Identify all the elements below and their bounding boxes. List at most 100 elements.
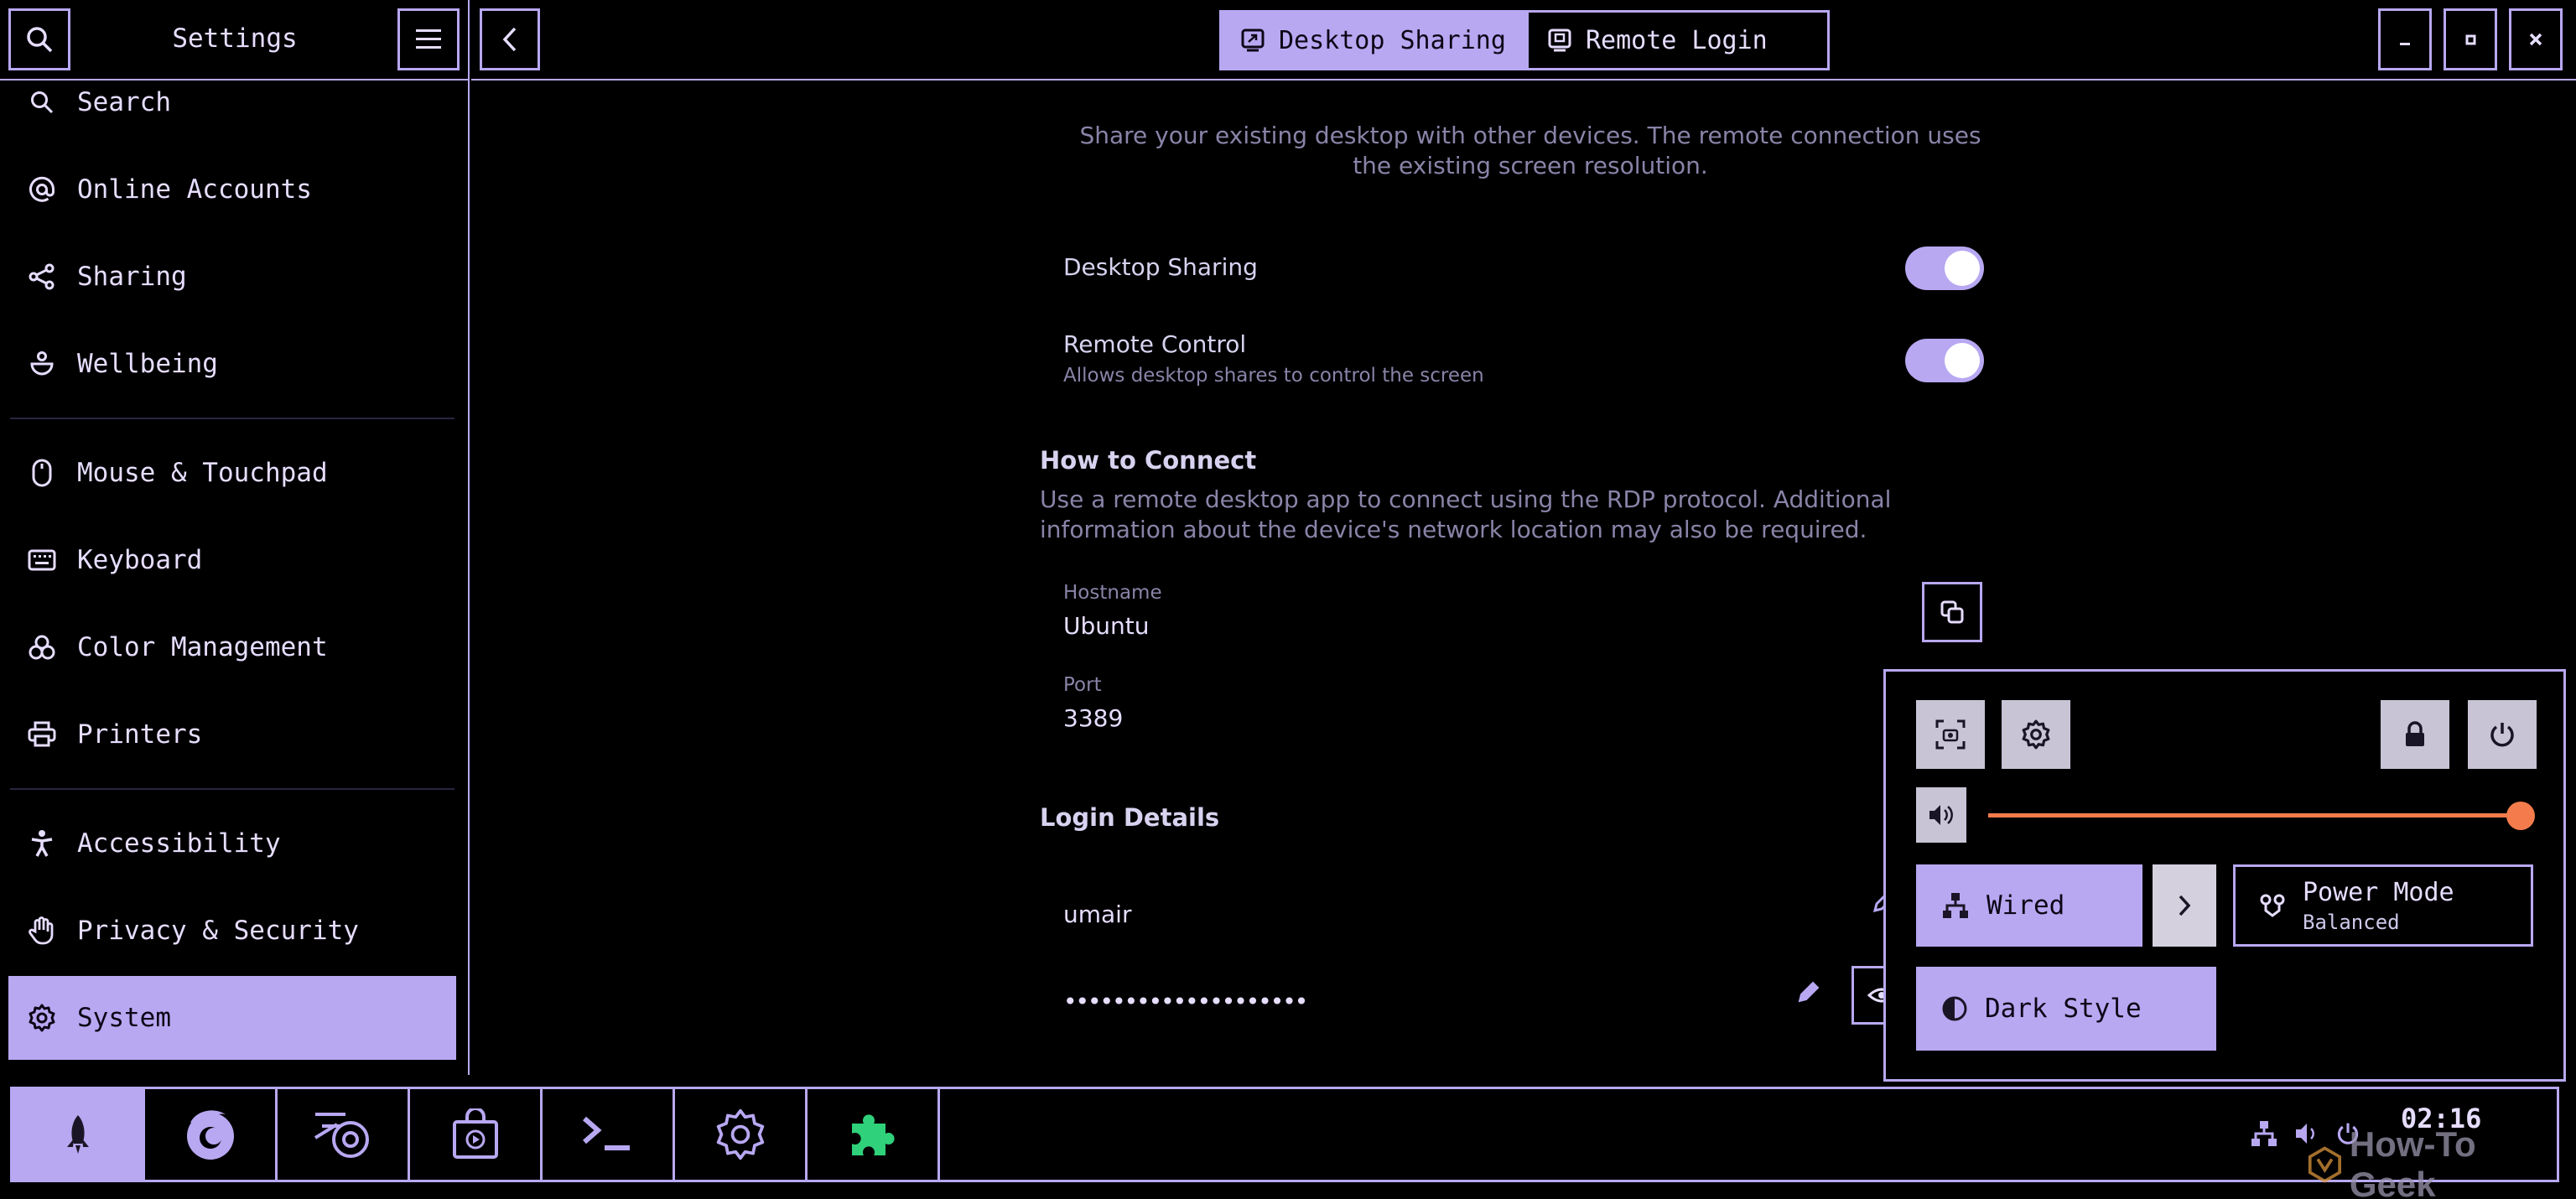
power-button[interactable]: [2468, 700, 2537, 769]
accessibility-icon: [8, 829, 67, 858]
screenshot-icon: [1935, 719, 1966, 750]
hamburger-icon: [416, 29, 441, 49]
minimize-button[interactable]: [2378, 8, 2432, 70]
hostname-value: Ubuntu: [1063, 612, 1150, 640]
sidebar-divider: [10, 418, 454, 419]
volume-icon: [1929, 805, 1953, 825]
sidebar-item-search[interactable]: Search: [8, 60, 456, 144]
desktop-share-icon: [1241, 29, 1265, 52]
sidebar-item-system[interactable]: System: [8, 976, 456, 1060]
taskbar-app-store[interactable]: [410, 1089, 543, 1180]
sidebar-item-accessibility[interactable]: Accessibility: [8, 802, 456, 885]
sidebar-item-label: Printers: [77, 719, 203, 750]
sidebar-item-label: Search: [77, 87, 171, 117]
launcher-icon: [66, 1115, 89, 1154]
firefox-icon: [186, 1110, 234, 1160]
wired-label: Wired: [1987, 890, 2065, 921]
extensions-icon: [851, 1114, 895, 1155]
dark-style-toggle[interactable]: Dark Style: [1916, 967, 2216, 1051]
settings-button[interactable]: [2002, 700, 2070, 769]
toggle-knob: [1945, 251, 1980, 286]
how-to-geek-logo-icon: [2308, 1146, 2341, 1183]
sidebar-item-label: Accessibility: [77, 828, 281, 859]
volume-slider-handle[interactable]: [2506, 802, 2535, 830]
tab-label: Desktop Sharing: [1279, 25, 1506, 55]
network-wired-icon: [1943, 893, 1968, 918]
settings-sidebar: Settings Search Online Accounts Sharing …: [0, 0, 470, 1075]
sidebar-item-mouse-touchpad[interactable]: Mouse & Touchpad: [8, 431, 456, 515]
maximize-button[interactable]: [2444, 8, 2497, 70]
power-icon: [2490, 723, 2514, 747]
tray-network[interactable]: [2250, 1119, 2278, 1148]
power-mode-toggle[interactable]: Power Mode Balanced: [2233, 864, 2533, 947]
sidebar-item-sharing[interactable]: Sharing: [8, 235, 456, 319]
screenshot-button[interactable]: [1916, 700, 1985, 769]
blender-icon: [314, 1113, 369, 1158]
chevron-right-icon: [2179, 895, 2191, 916]
taskbar-extensions[interactable]: [808, 1089, 940, 1180]
sidebar-item-label: Online Accounts: [77, 174, 312, 205]
share-icon: [8, 263, 67, 290]
username-value: umair: [1063, 901, 1132, 928]
tab-remote-login[interactable]: Remote Login: [1526, 10, 1830, 70]
page-description: Share your existing desktop with other d…: [1079, 122, 1981, 179]
sidebar-item-label: Wellbeing: [77, 349, 218, 379]
sidebar-item-label: Sharing: [77, 262, 187, 292]
hostname-label: Hostname: [1063, 582, 1162, 604]
tab-desktop-sharing[interactable]: Desktop Sharing: [1219, 10, 1526, 70]
app-store-icon: [452, 1108, 498, 1159]
sidebar-item-label: Privacy & Security: [77, 916, 359, 946]
sidebar-item-keyboard[interactable]: Keyboard: [8, 518, 456, 602]
edit-password-button[interactable]: [1794, 978, 1828, 1011]
sidebar-item-printers[interactable]: Printers: [8, 693, 456, 776]
desktop-sharing-label: Desktop Sharing: [1063, 253, 1258, 281]
wired-expand-button[interactable]: [2153, 864, 2216, 947]
sidebar-item-privacy-security[interactable]: Privacy & Security: [8, 889, 456, 973]
lock-button[interactable]: [2381, 700, 2449, 769]
pencil-icon: [1798, 981, 1820, 1003]
power-mode-value: Balanced: [2303, 910, 2400, 934]
sidebar-item-label: Mouse & Touchpad: [77, 458, 328, 488]
mute-button[interactable]: [1916, 787, 1966, 843]
sidebar-item-color-management[interactable]: Color Management: [8, 605, 456, 689]
sidebar-item-wellbeing[interactable]: Wellbeing: [8, 322, 456, 406]
wired-toggle[interactable]: Wired: [1916, 864, 2142, 947]
close-icon: [2529, 33, 2542, 46]
terminal-icon: [582, 1116, 630, 1150]
port-label: Port: [1063, 674, 1102, 696]
volume-slider-track[interactable]: [1988, 813, 2530, 818]
gear-icon: [8, 1004, 67, 1032]
dark-style-icon: [1942, 996, 1967, 1021]
remote-login-icon: [1548, 29, 1571, 52]
color-icon: [8, 634, 67, 661]
sidebar-title: Settings: [172, 23, 298, 54]
watermark: How-To Geek: [2307, 1124, 2557, 1199]
sidebar-item-online-accounts[interactable]: Online Accounts: [8, 148, 456, 231]
close-button[interactable]: [2509, 8, 2563, 70]
taskbar-firefox[interactable]: [145, 1089, 278, 1180]
settings-icon: [716, 1108, 764, 1160]
maximize-icon: [2465, 34, 2476, 45]
mouse-icon: [8, 459, 67, 487]
how-to-connect-description: Use a remote desktop app to connect usin…: [1040, 485, 1892, 543]
taskbar-blender[interactable]: [278, 1089, 410, 1180]
taskbar: 02:16 How-To Geek: [10, 1087, 2559, 1199]
power-mode-icon: [2260, 894, 2285, 917]
sidebar-item-label: Keyboard: [77, 545, 203, 575]
minimize-icon: [2400, 43, 2410, 45]
watermark-text: How-To Geek: [2349, 1124, 2476, 1199]
chevron-left-icon: [502, 27, 517, 52]
wellbeing-icon: [8, 350, 67, 377]
lock-icon: [2406, 721, 2424, 746]
desktop-sharing-toggle[interactable]: [1905, 247, 1984, 290]
back-button[interactable]: [480, 8, 540, 70]
how-to-connect-title: How to Connect: [1040, 446, 1257, 475]
taskbar-settings[interactable]: [675, 1089, 808, 1180]
taskbar-launcher[interactable]: [13, 1089, 145, 1180]
copy-hostname-button[interactable]: [1922, 582, 1982, 642]
remote-control-toggle[interactable]: [1905, 339, 1984, 382]
gear-icon: [2022, 719, 2050, 750]
content-header: Desktop Sharing Remote Login: [471, 0, 2576, 80]
network-wired-icon: [2251, 1121, 2277, 1146]
taskbar-terminal[interactable]: [543, 1089, 675, 1180]
